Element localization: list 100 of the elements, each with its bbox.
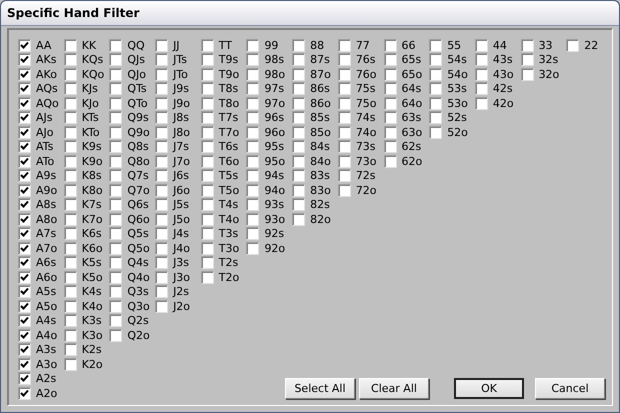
checkbox[interactable] — [109, 38, 122, 52]
checkbox[interactable] — [64, 154, 77, 168]
checkbox[interactable] — [474, 38, 488, 52]
checkbox[interactable] — [338, 126, 351, 139]
checkbox[interactable] — [64, 300, 77, 313]
checkbox[interactable] — [338, 96, 351, 110]
checkbox[interactable] — [18, 126, 31, 139]
checkbox[interactable] — [384, 140, 396, 154]
checkbox[interactable] — [246, 212, 260, 226]
checkbox[interactable] — [64, 285, 77, 298]
checkbox[interactable] — [292, 96, 306, 110]
checkbox[interactable] — [18, 184, 31, 197]
checkbox[interactable] — [384, 38, 396, 52]
checkbox[interactable] — [64, 358, 77, 371]
checkbox[interactable] — [155, 184, 168, 197]
checkbox[interactable] — [64, 212, 77, 226]
checkbox[interactable] — [64, 227, 77, 240]
checkbox[interactable] — [155, 111, 168, 124]
checkbox[interactable] — [429, 96, 442, 110]
checkbox[interactable] — [292, 212, 306, 226]
checkbox[interactable] — [155, 140, 168, 154]
checkbox[interactable] — [109, 227, 122, 240]
checkbox[interactable] — [292, 82, 306, 96]
checkbox[interactable] — [246, 53, 260, 66]
checkbox[interactable] — [200, 140, 214, 154]
checkbox[interactable] — [64, 169, 77, 182]
checkbox[interactable] — [384, 53, 396, 66]
checkbox[interactable] — [155, 300, 168, 313]
checkbox[interactable] — [200, 198, 214, 212]
checkbox[interactable] — [384, 68, 396, 81]
checkbox[interactable] — [155, 242, 168, 255]
checkbox[interactable] — [109, 300, 122, 313]
checkbox[interactable] — [109, 82, 122, 96]
checkbox[interactable] — [109, 96, 122, 110]
checkbox[interactable] — [292, 53, 306, 66]
dialog-button[interactable]: OK — [454, 378, 524, 399]
checkbox[interactable] — [338, 184, 351, 197]
checkbox[interactable] — [246, 242, 260, 255]
checkbox[interactable] — [155, 154, 168, 168]
checkbox[interactable] — [429, 111, 442, 124]
checkbox[interactable] — [292, 38, 306, 52]
checkbox[interactable] — [155, 285, 168, 298]
checkbox[interactable] — [155, 96, 168, 110]
checkbox[interactable] — [64, 82, 77, 96]
checkbox[interactable] — [109, 68, 122, 81]
checkbox[interactable] — [384, 96, 396, 110]
checkbox[interactable] — [429, 126, 442, 139]
checkbox[interactable] — [246, 140, 260, 154]
checkbox[interactable] — [109, 111, 122, 124]
checkbox[interactable] — [18, 328, 31, 342]
checkbox[interactable] — [200, 68, 214, 81]
checkbox[interactable] — [109, 53, 122, 66]
checkbox[interactable] — [64, 126, 77, 139]
checkbox[interactable] — [18, 198, 31, 212]
checkbox[interactable] — [109, 184, 122, 197]
checkbox[interactable] — [18, 111, 31, 124]
checkbox[interactable] — [338, 68, 351, 81]
checkbox[interactable] — [338, 140, 351, 154]
checkbox[interactable] — [109, 242, 122, 255]
checkbox[interactable] — [18, 314, 31, 328]
checkbox[interactable] — [338, 53, 351, 66]
checkbox[interactable] — [109, 198, 122, 212]
checkbox[interactable] — [246, 126, 260, 139]
checkbox[interactable] — [474, 68, 488, 81]
checkbox[interactable] — [64, 184, 77, 197]
checkbox[interactable] — [64, 68, 77, 81]
checkbox[interactable] — [109, 285, 122, 298]
checkbox[interactable] — [338, 169, 351, 182]
checkbox[interactable] — [109, 169, 122, 182]
checkbox[interactable] — [109, 140, 122, 154]
checkbox[interactable] — [246, 169, 260, 182]
checkbox[interactable] — [200, 126, 214, 139]
checkbox[interactable] — [18, 96, 31, 110]
checkbox[interactable] — [474, 53, 488, 66]
checkbox[interactable] — [384, 111, 396, 124]
checkbox[interactable] — [18, 140, 31, 154]
checkbox[interactable] — [18, 256, 31, 270]
checkbox[interactable] — [338, 111, 351, 124]
checkbox[interactable] — [64, 343, 77, 356]
checkbox[interactable] — [109, 270, 122, 284]
checkbox[interactable] — [64, 38, 77, 52]
checkbox[interactable] — [474, 96, 488, 110]
dialog-button[interactable]: Select All — [285, 378, 355, 399]
checkbox[interactable] — [18, 270, 31, 284]
checkbox[interactable] — [200, 154, 214, 168]
checkbox[interactable] — [18, 300, 31, 313]
checkbox[interactable] — [566, 38, 580, 52]
dialog-button[interactable]: Cancel — [535, 378, 605, 399]
checkbox[interactable] — [18, 68, 31, 81]
checkbox[interactable] — [246, 111, 260, 124]
checkbox[interactable] — [292, 111, 306, 124]
checkbox[interactable] — [200, 212, 214, 226]
checkbox[interactable] — [64, 111, 77, 124]
checkbox[interactable] — [200, 53, 214, 66]
checkbox[interactable] — [18, 242, 31, 255]
checkbox[interactable] — [200, 169, 214, 182]
checkbox[interactable] — [384, 154, 396, 168]
checkbox[interactable] — [18, 38, 31, 52]
checkbox[interactable] — [246, 198, 260, 212]
checkbox[interactable] — [18, 285, 31, 298]
